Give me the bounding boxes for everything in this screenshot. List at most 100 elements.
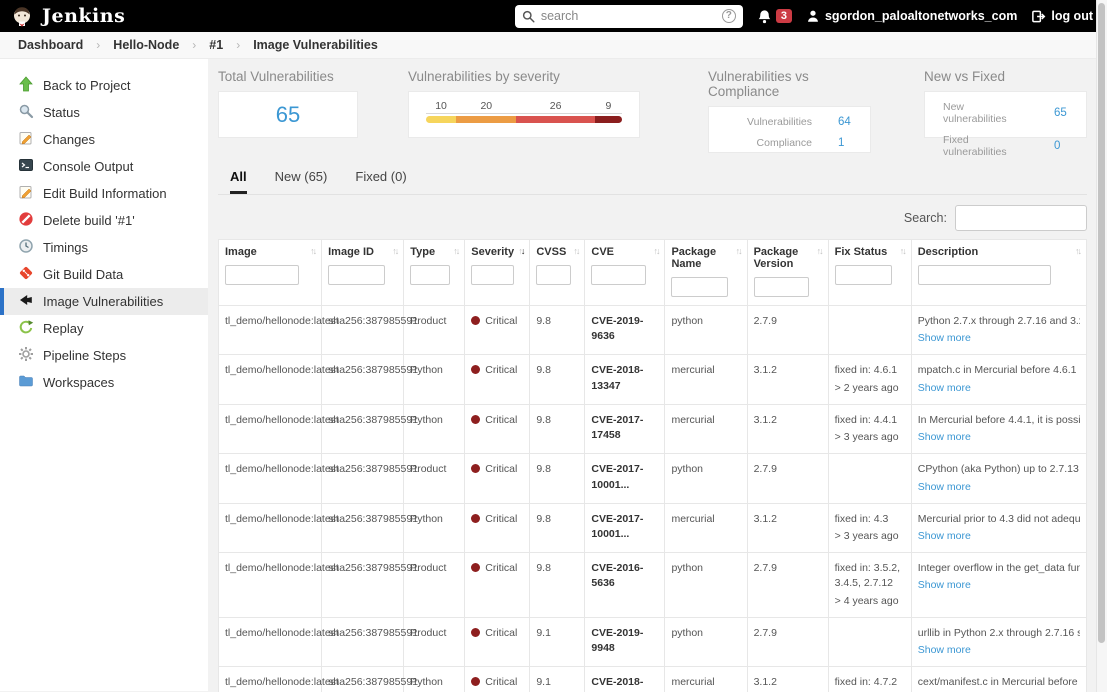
sidebar-item-edit-build-information[interactable]: Edit Build Information — [0, 180, 208, 207]
sidebar-item-replay[interactable]: Replay — [0, 315, 208, 342]
cell-severity: Critical — [464, 552, 531, 618]
show-more-link[interactable]: Show more — [918, 430, 971, 445]
sidebar-item-timings[interactable]: Timings — [0, 234, 208, 261]
column-header-description[interactable]: Description ↑↓ — [910, 239, 1088, 306]
column-filter-input[interactable] — [410, 265, 450, 285]
total-vulnerabilities-title: Total Vulnerabilities — [218, 69, 334, 84]
breadcrumb-item-page[interactable]: Image Vulnerabilities — [253, 38, 378, 52]
column-filter-input[interactable] — [671, 277, 729, 297]
breadcrumb-item-job[interactable]: Hello-Node — [113, 38, 179, 52]
show-more-link[interactable]: Show more — [918, 643, 971, 658]
column-header-severity[interactable]: Severity ↑↓ — [464, 239, 531, 306]
column-header-cvss[interactable]: CVSS ↑↓ — [529, 239, 586, 306]
breadcrumb-item-dashboard[interactable]: Dashboard — [18, 38, 83, 52]
sidebar-item-pipeline-steps[interactable]: Pipeline Steps — [0, 342, 208, 369]
sort-icon[interactable]: ↑↓ — [392, 246, 399, 256]
column-filter-input[interactable] — [471, 265, 514, 285]
page-scrollbar[interactable] — [1096, 0, 1107, 692]
column-filter-input[interactable] — [834, 265, 893, 285]
column-label: Fix Status — [834, 246, 888, 258]
fix-age: > 2 years ago — [834, 381, 899, 394]
sidebar-item-delete-build-1[interactable]: Delete build '#1' — [0, 207, 208, 234]
logout-label: log out — [1051, 9, 1093, 23]
description-text: Python 2.7.x through 2.7.16 and 3.x thro… — [917, 315, 1080, 327]
column-filter-input[interactable] — [591, 265, 647, 285]
arrow-up-icon — [18, 76, 34, 95]
breadcrumb-separator: › — [192, 38, 197, 52]
cell-type: Python — [403, 502, 466, 554]
show-more-link[interactable]: Show more — [918, 381, 971, 396]
sort-icon[interactable]: ↑↓ — [817, 246, 824, 256]
sort-icon[interactable]: ↑↓ — [518, 246, 525, 256]
user-menu[interactable]: sgordon_paloaltonetworks_com — [806, 9, 1017, 23]
sort-icon[interactable]: ↑↓ — [1075, 246, 1082, 256]
breadcrumb-item-build[interactable]: #1 — [209, 38, 223, 52]
tab-fixed[interactable]: Fixed (0) — [355, 169, 406, 194]
global-search[interactable]: ? — [514, 4, 743, 28]
column-filter-input[interactable] — [225, 265, 299, 285]
show-more-link[interactable]: Show more — [918, 578, 971, 593]
logout-button[interactable]: log out — [1031, 9, 1093, 24]
column-header-cve[interactable]: CVE ↑↓ — [584, 239, 666, 306]
column-header-fix-status[interactable]: Fix Status ↑↓ — [827, 239, 912, 306]
severity-segment-label: 26 — [549, 100, 562, 112]
description-text: Integer overflow in the get_data functio… — [917, 562, 1080, 575]
cell-image: tl_demo/hellonode:latest — [217, 453, 339, 504]
sidebar-item-image-vulnerabilities[interactable]: Image Vulnerabilities — [0, 288, 208, 315]
column-label: Description — [917, 246, 979, 258]
sidebar-item-git-build-data[interactable]: Git Build Data — [0, 261, 208, 288]
column-header-package-name[interactable]: Package Name ↑↓ — [664, 239, 748, 306]
cell-cve: CVE-2018-17983 — [584, 666, 666, 692]
description-text: mpatch.c in Mercurial before 4.6.1 misha… — [917, 364, 1080, 377]
summary-cards: Total Vulnerabilities 65 Vulnerabilities… — [218, 69, 1087, 158]
vulnerabilities-label: Vulnerabilities — [747, 116, 812, 128]
column-header-image[interactable]: Image ↑↓ — [217, 239, 323, 306]
cell-severity: Critical — [464, 616, 531, 668]
search-input[interactable] — [540, 9, 716, 23]
sort-icon[interactable]: ↑↓ — [453, 246, 460, 256]
sidebar-item-console-output[interactable]: Console Output — [0, 153, 208, 180]
cell-image-id: sha256:387985591 — [321, 666, 418, 692]
sidebar-item-label: Status — [43, 105, 80, 120]
tab-bar: All New (65) Fixed (0) — [218, 169, 1087, 195]
table-search-input[interactable] — [955, 205, 1087, 231]
column-filter-input[interactable] — [753, 277, 810, 297]
cell-image-id: sha256:387985591 — [321, 502, 418, 554]
sidebar-item-label: Image Vulnerabilities — [43, 294, 164, 309]
column-header-type[interactable]: Type ↑↓ — [403, 239, 466, 306]
show-more-link[interactable]: Show more — [918, 480, 971, 495]
show-more-link[interactable]: Show more — [918, 529, 971, 544]
critical-severity-icon — [471, 316, 481, 325]
sidebar-item-back-to-project[interactable]: Back to Project — [0, 72, 208, 99]
show-more-link[interactable]: Show more — [918, 331, 971, 346]
tab-all[interactable]: All — [230, 169, 247, 194]
notifications-button[interactable]: 3 — [757, 9, 792, 24]
column-header-image-id[interactable]: Image ID ↑↓ — [321, 239, 405, 306]
table-search-label: Search: — [903, 211, 947, 225]
column-header-package-version[interactable]: Package Version ↑↓ — [746, 239, 829, 306]
search-help-icon[interactable]: ? — [721, 9, 736, 23]
description-text: In Mercurial before 4.4.1, it is possibl… — [917, 413, 1080, 426]
sort-icon[interactable]: ↑↓ — [653, 246, 660, 256]
sort-icon[interactable]: ↑↓ — [573, 246, 580, 256]
column-filter-input[interactable] — [536, 265, 571, 285]
sort-icon[interactable]: ↑↓ — [310, 246, 317, 256]
cell-image-id: sha256:387985591 — [321, 403, 418, 455]
sidebar-item-workspaces[interactable]: Workspaces — [0, 369, 208, 396]
scrollbar-thumb[interactable] — [1098, 3, 1105, 643]
cell-description: urllib in Python 2.x through 2.7.16 supp… — [910, 616, 1088, 668]
sort-icon[interactable]: ↑↓ — [736, 246, 743, 256]
cell-package-version: 3.1.2 — [746, 666, 829, 692]
jenkins-home-link[interactable]: Jenkins — [10, 4, 125, 28]
sidebar-item-status[interactable]: Status — [0, 99, 208, 126]
sidebar-item-label: Timings — [43, 240, 89, 255]
sidebar-item-changes[interactable]: Changes — [0, 126, 208, 153]
sort-icon[interactable]: ↑↓ — [900, 246, 907, 256]
column-filter-input[interactable] — [328, 265, 385, 285]
table-row: tl_demo/hellonode:latest sha256:387985591… — [217, 666, 1088, 692]
breadcrumb-separator: › — [96, 38, 101, 52]
column-filter-input[interactable] — [917, 265, 1051, 285]
cell-cvss: 9.8 — [529, 354, 586, 405]
column-label: Image — [225, 246, 257, 258]
tab-new[interactable]: New (65) — [275, 169, 328, 194]
